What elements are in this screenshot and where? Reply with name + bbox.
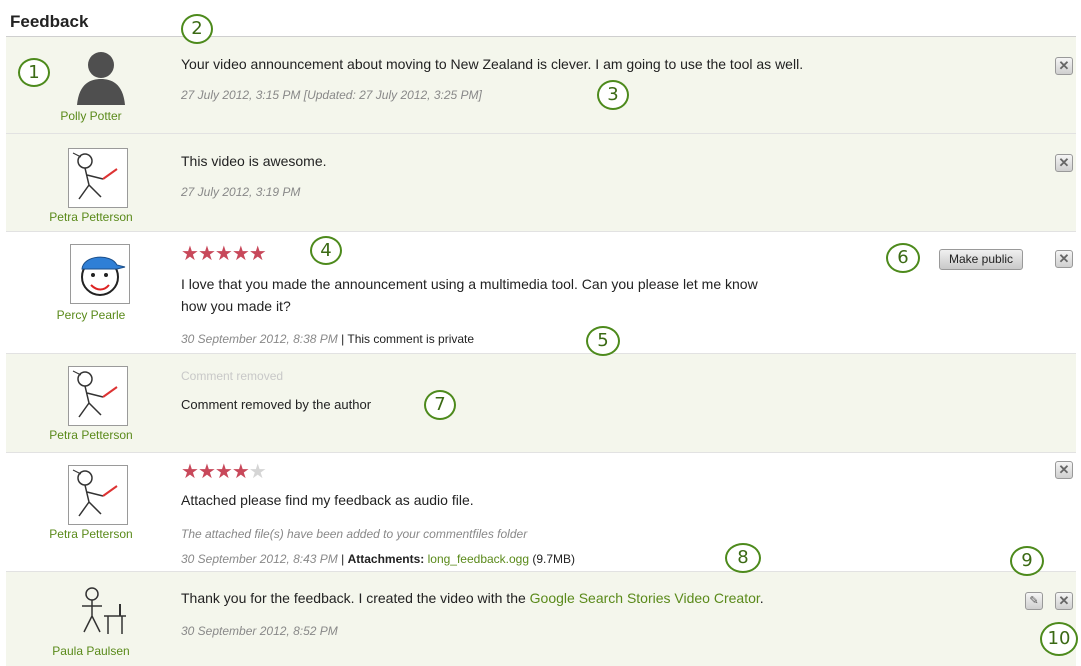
comment-text: Your video announcement about moving to …: [181, 56, 804, 72]
callout-marker: 3: [597, 80, 629, 110]
attachment-size: (9.7MB): [532, 552, 576, 566]
delete-comment-icon[interactable]: ✕: [1055, 250, 1073, 268]
comment-row: Petra Petterson Comment removed Comment …: [6, 354, 1076, 453]
comment-author-link[interactable]: Polly Potter: [6, 109, 176, 123]
comment-text: Thank you for the feedback. I created th…: [181, 588, 764, 609]
stick-figure-avatar[interactable]: [68, 366, 128, 426]
star-rating: ★★★★★: [181, 243, 267, 265]
comment-text: This video is awesome.: [181, 153, 327, 169]
star-icon: ★: [181, 243, 199, 265]
callout-marker: 9: [1010, 546, 1044, 576]
star-icon: ★: [197, 461, 216, 483]
silhouette-avatar[interactable]: [71, 45, 131, 105]
attachment-notice: The attached file(s) have been added to …: [181, 527, 528, 541]
callout-marker: 7: [424, 390, 456, 420]
callout-marker: 8: [725, 543, 761, 573]
callout-marker: 4: [310, 236, 342, 265]
comment-date: 30 September 2012, 8:38 PM: [181, 332, 338, 346]
stick-figure-desk-avatar[interactable]: [74, 582, 134, 642]
comment-author-link[interactable]: Petra Petterson: [6, 527, 176, 541]
delete-comment-icon[interactable]: ✕: [1055, 592, 1073, 610]
comment-date: 27 July 2012, 3:19 PM: [181, 185, 301, 199]
comment-text: Attached please find my feedback as audi…: [181, 492, 474, 508]
comment-date-line: 30 September 2012, 8:43 PM | Attachments…: [181, 552, 575, 566]
star-icon: ★: [231, 243, 250, 265]
comment-date: 30 September 2012, 8:43 PM: [181, 552, 338, 566]
comment-text-part: .: [759, 590, 764, 606]
attachment-link[interactable]: long_feedback.ogg: [428, 552, 529, 566]
comment-inline-link[interactable]: Google Search Stories Video Creator: [530, 590, 760, 606]
privacy-status: This comment is private: [347, 332, 475, 346]
section-title: Feedback: [10, 12, 89, 31]
star-icon: ★: [248, 243, 267, 265]
star-icon: ★: [181, 461, 199, 483]
star-icon: ★: [197, 243, 216, 265]
star-icon: ★: [214, 243, 233, 265]
comment-text: Comment removed by the author: [181, 397, 372, 412]
comment-row: Petra Petterson This video is awesome. 2…: [6, 134, 1076, 232]
make-public-button[interactable]: Make public: [939, 249, 1024, 270]
comment-row: Polly Potter Your video announcement abo…: [6, 37, 1076, 134]
comment-text-line: how you made it?: [181, 298, 291, 314]
callout-marker: 6: [886, 243, 920, 273]
stick-figure-avatar[interactable]: [68, 148, 128, 208]
meta-separator: |: [337, 332, 348, 346]
attachments-label: Attachments:: [347, 552, 425, 566]
delete-comment-icon[interactable]: ✕: [1055, 57, 1073, 75]
meta-separator: |: [337, 552, 348, 566]
comment-row: Petra Petterson ★★★★★ Attached please fi…: [6, 453, 1076, 572]
comment-date: 30 September 2012, 8:52 PM: [181, 624, 338, 638]
star-rating: ★★★★★: [181, 461, 267, 483]
comment-date: 27 July 2012, 3:15 PM [Updated: 27 July …: [181, 88, 482, 102]
callout-marker: 5: [586, 326, 620, 356]
comment-author-link[interactable]: Paula Paulsen: [6, 644, 176, 658]
comment-text-line: I love that you made the announcement us…: [181, 276, 758, 292]
comment-author-link[interactable]: Petra Petterson: [6, 428, 176, 442]
smiley-cap-avatar[interactable]: [70, 244, 130, 304]
removed-comment-title: Comment removed: [181, 369, 284, 383]
comment-text-part: Thank you for the feedback. I created th…: [181, 590, 530, 606]
comment-row: Paula Paulsen Thank you for the feedback…: [6, 572, 1076, 666]
callout-marker: 2: [181, 14, 213, 44]
star-empty-icon: ★: [248, 461, 267, 483]
edit-comment-icon[interactable]: ✎: [1025, 592, 1043, 610]
callout-marker: 10: [1040, 622, 1078, 656]
comment-author-link[interactable]: Percy Pearle: [6, 308, 176, 322]
stick-figure-avatar[interactable]: [68, 465, 128, 525]
comment-author-link[interactable]: Petra Petterson: [6, 210, 176, 224]
star-icon: ★: [214, 461, 233, 483]
delete-comment-icon[interactable]: ✕: [1055, 154, 1073, 172]
callout-marker: 1: [18, 58, 50, 87]
star-icon: ★: [231, 461, 250, 483]
comment-date-line: 30 September 2012, 8:38 PM | This commen…: [181, 332, 474, 346]
delete-comment-icon[interactable]: ✕: [1055, 461, 1073, 479]
